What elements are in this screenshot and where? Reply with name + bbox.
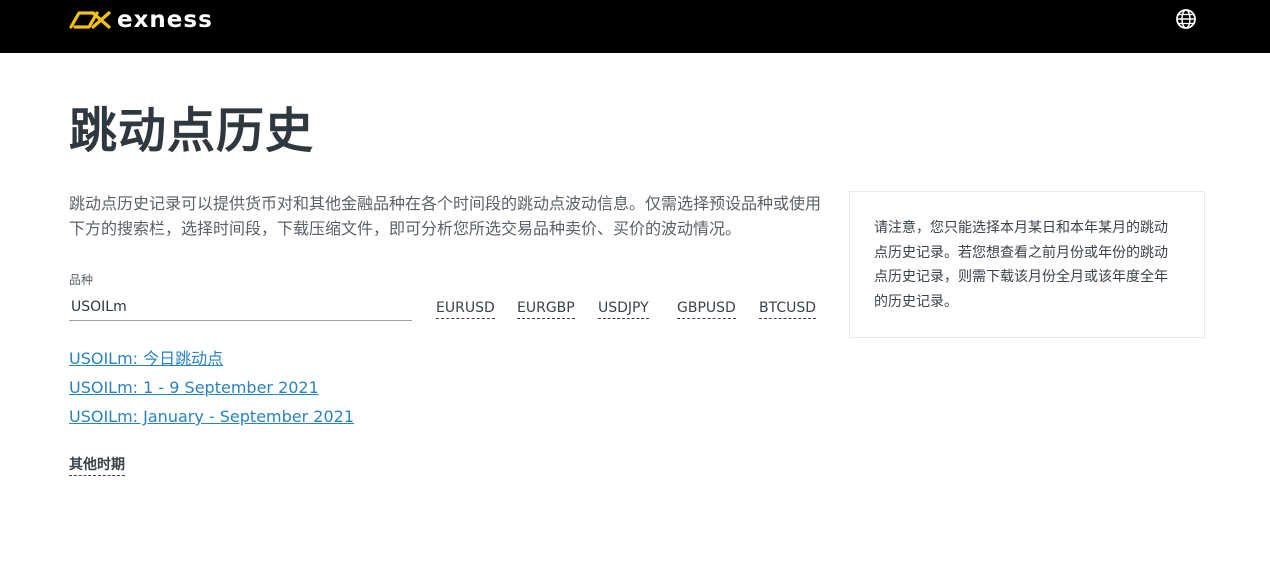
history-link-month-to-date[interactable]: USOILm: 1 - 9 September 2021	[69, 373, 354, 402]
globe-icon[interactable]	[1175, 8, 1197, 30]
exness-logo[interactable]: exness	[69, 5, 213, 35]
symbol-search-input[interactable]	[69, 294, 412, 321]
preset-symbol-eurgbp[interactable]: EURGBP	[517, 298, 575, 319]
intro-description: 跳动点历史记录可以提供货币对和其他金融品种在各个时间段的跳动点波动信息。仅需选择…	[69, 194, 822, 238]
symbol-field-label: 品种	[69, 273, 94, 287]
notice-text: 请注意，您只能选择本月某日和本年某月的跳动点历史记录。若您想查看之前月份或年份的…	[874, 220, 1168, 310]
page-title: 跳动点历史	[69, 103, 315, 159]
notice-box: 请注意，您只能选择本月某日和本年某月的跳动点历史记录。若您想查看之前月份或年份的…	[849, 191, 1205, 338]
top-navigation-bar: exness	[0, 0, 1270, 53]
brand-name: exness	[117, 7, 213, 33]
preset-symbol-btcusd[interactable]: BTCUSD	[759, 298, 817, 319]
preset-symbol-usdjpy[interactable]: USDJPY	[598, 298, 649, 319]
other-periods-toggle[interactable]: 其他时期	[69, 455, 125, 476]
tick-history-links: USOILm: 今日跳动点 USOILm: 1 - 9 September 20…	[69, 344, 354, 431]
history-link-today[interactable]: USOILm: 今日跳动点	[69, 344, 354, 373]
preset-symbol-gbpusd[interactable]: GBPUSD	[677, 298, 736, 319]
exness-logo-mark-icon	[69, 11, 111, 29]
history-link-year-to-date[interactable]: USOILm: January - September 2021	[69, 402, 354, 431]
preset-symbol-eurusd[interactable]: EURUSD	[436, 298, 495, 319]
